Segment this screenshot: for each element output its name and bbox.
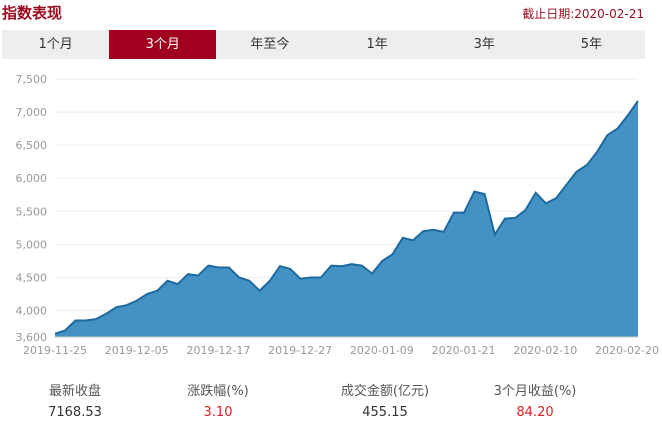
tab-5-years[interactable]: 5年 (538, 30, 645, 59)
stat-label: 3个月收益(%) (493, 384, 577, 399)
tab-3-months[interactable]: 3个月 (109, 30, 217, 59)
x-tick-label: 2020-02-10 (513, 344, 577, 357)
page-title: 指数表现 (2, 4, 63, 22)
stat-change-pct: 涨跌幅(%) 3.10 (143, 380, 293, 420)
stat-value: 455.15 (362, 405, 408, 420)
y-tick-label: 4,000 (16, 305, 48, 318)
tab-year-to-date[interactable]: 年至今 (216, 30, 323, 59)
stats-row: 最新收盘 7168.53 涨跌幅(%) 3.10 成交金额(亿元) 455.15… (0, 380, 662, 425)
stat-value: 3.10 (203, 405, 233, 420)
stat-latest-close: 最新收盘 7168.53 (0, 380, 150, 420)
y-tick-label: 3,600 (16, 331, 48, 344)
x-tick-label: 2019-12-27 (268, 344, 332, 357)
x-tick-label: 2019-12-17 (186, 344, 250, 357)
tab-3-years[interactable]: 3年 (431, 30, 538, 59)
as-of-date: 截止日期:2020-02-21 (522, 7, 644, 21)
series-area (55, 100, 638, 338)
y-tick-label: 7,500 (16, 73, 48, 86)
x-tick-label: 2020-02-20 (595, 344, 659, 357)
stat-3-month-return: 3个月收益(%) 84.20 (460, 380, 610, 420)
period-tabs: 1个月 3个月 年至今 1年 3年 5年 (2, 30, 645, 59)
stat-label: 成交金额(亿元) (340, 384, 430, 399)
x-tick-label: 2019-11-25 (23, 344, 87, 357)
x-tick-label: 2019-12-05 (105, 344, 169, 357)
header: 指数表现 截止日期:2020-02-21 (0, 0, 662, 28)
x-tick-label: 2020-01-21 (432, 344, 496, 357)
stat-value: 84.20 (516, 405, 554, 420)
stat-label: 涨跌幅(%) (187, 384, 249, 399)
tab-1-year[interactable]: 1年 (324, 30, 431, 59)
y-tick-label: 6,000 (16, 172, 48, 185)
stat-turnover: 成交金额(亿元) 455.15 (310, 380, 460, 420)
stat-value: 7168.53 (48, 405, 102, 420)
index-performance-chart: 3,600 4,000 4,500 5,000 5,500 6,000 6,500 7,000… (16, 73, 659, 357)
y-tick-label: 4,500 (16, 271, 48, 284)
y-tick-label: 5,500 (16, 205, 48, 218)
stat-label: 最新收盘 (48, 384, 101, 399)
y-tick-label: 6,500 (16, 139, 48, 152)
y-tick-label: 7,000 (16, 106, 48, 119)
tab-1-month[interactable]: 1个月 (2, 30, 109, 59)
x-tick-label: 2020-01-09 (350, 344, 414, 357)
y-tick-label: 5,000 (16, 238, 48, 251)
